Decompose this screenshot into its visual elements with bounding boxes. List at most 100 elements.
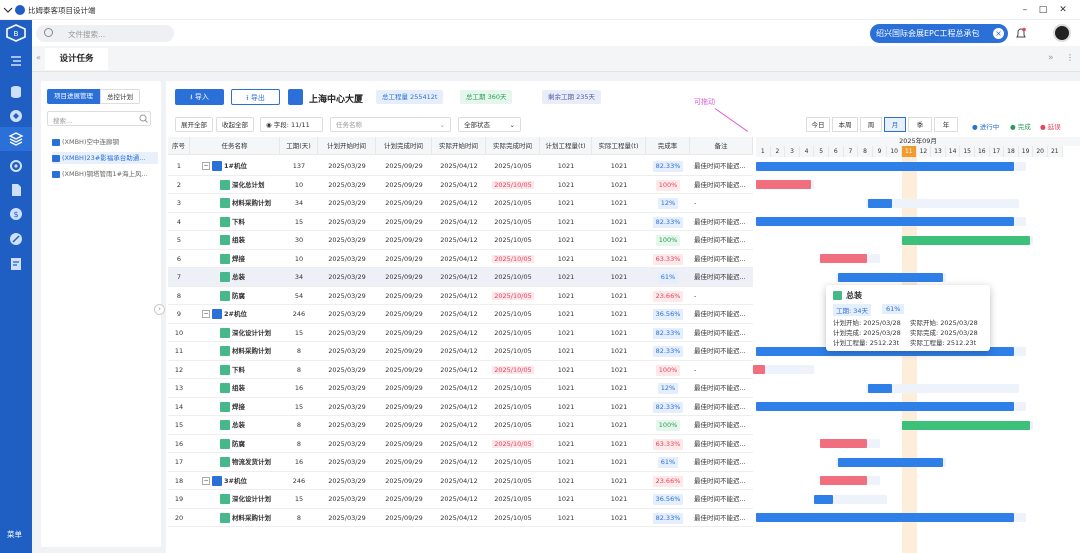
table-row[interactable]: 6 焊接 10 2025/03/29 2025/09/29 2025/04/12 2025/… bbox=[168, 250, 753, 268]
column-header[interactable]: 完成率 bbox=[646, 137, 690, 155]
table-row[interactable]: 2 深化总计划 10 2025/03/29 2025/09/29 2025/04/12 20… bbox=[168, 176, 753, 194]
tools-icon[interactable] bbox=[8, 231, 24, 247]
close-icon[interactable]: ✕ bbox=[1056, 3, 1070, 17]
menu-label[interactable]: 菜单 bbox=[7, 529, 22, 540]
panel-collapse-handle[interactable]: › bbox=[154, 304, 165, 315]
avatar[interactable] bbox=[1053, 24, 1071, 42]
chevron-right-icon[interactable]: » bbox=[1048, 53, 1054, 63]
gantt-bar[interactable] bbox=[820, 254, 867, 263]
gantt-bar[interactable] bbox=[753, 365, 765, 374]
tree-item[interactable]: (XMBH)空中连廊钢 bbox=[52, 136, 158, 148]
table-row[interactable]: 14 焊接 15 2025/03/29 2025/09/29 2025/04/12 2025… bbox=[168, 398, 753, 416]
tree-search-input[interactable]: 搜索... bbox=[53, 115, 72, 125]
gantt-bar[interactable] bbox=[868, 383, 892, 393]
bell-icon[interactable] bbox=[1015, 27, 1027, 40]
tree-item-selected[interactable]: (XMBH)23#影福承台助通... bbox=[52, 152, 158, 164]
column-header[interactable]: 计划工程量(t) bbox=[540, 137, 592, 155]
cell-pe: 2025/09/29 bbox=[385, 458, 423, 466]
field-selector[interactable]: ◉ 字段: 11/11 bbox=[260, 117, 323, 132]
gantt-bar[interactable] bbox=[756, 402, 1015, 411]
gantt-bar[interactable] bbox=[820, 476, 867, 485]
cell-ps: 2025/03/29 bbox=[328, 328, 366, 337]
table-row[interactable]: 11 材料采购计划 8 2025/03/29 2025/09/29 2025/04/12 2… bbox=[168, 342, 753, 361]
cell-note: 最佳时间不能迟... bbox=[694, 162, 746, 170]
master-plan-button[interactable]: 总控计划 bbox=[100, 89, 140, 104]
table-row[interactable]: 10 深化设计计划 15 2025/03/29 2025/09/29 2025/04/12… bbox=[168, 324, 753, 342]
chevron-left-icon[interactable]: « bbox=[36, 53, 41, 62]
view-button-0[interactable]: 今日 bbox=[806, 117, 830, 132]
column-header[interactable]: 工期(天) bbox=[280, 137, 318, 155]
table-row[interactable]: 16 防腐 8 2025/03/29 2025/09/29 2025/04/12 2025/… bbox=[168, 435, 753, 453]
search-input[interactable]: 文件搜索... bbox=[68, 29, 105, 40]
gantt-bar[interactable] bbox=[902, 420, 1031, 430]
gantt-bar[interactable] bbox=[756, 513, 1015, 522]
money-icon[interactable]: $ bbox=[8, 206, 24, 222]
table-row[interactable]: 17 物流发货计划 16 2025/03/29 2025/09/29 2025/04/12… bbox=[168, 453, 753, 472]
column-header[interactable]: 备注 bbox=[690, 137, 753, 155]
column-header[interactable]: 实际工程量(t) bbox=[592, 137, 646, 155]
table-row[interactable]: 15 总装 8 2025/03/29 2025/09/29 2025/04/12 2025/… bbox=[168, 416, 753, 435]
actual-end-date: 2025/10/05 bbox=[494, 402, 532, 411]
table-row[interactable]: 7 总装 34 2025/03/29 2025/09/29 2025/04/12 2025/… bbox=[168, 268, 753, 287]
document-icon[interactable] bbox=[8, 182, 24, 198]
view-button-1[interactable]: 本周 bbox=[832, 117, 858, 132]
table-row[interactable]: 18 − 3#机位 246 2025/03/29 2025/09/29 2025/04/12… bbox=[168, 472, 753, 490]
status-select[interactable]: 全部状态 ⌄ bbox=[458, 117, 521, 132]
minimize-icon[interactable]: – bbox=[1018, 3, 1032, 17]
column-header[interactable]: 任务名称 bbox=[190, 137, 280, 155]
gantt-bar[interactable] bbox=[820, 439, 867, 448]
collapse-toggle-icon[interactable]: − bbox=[202, 310, 210, 318]
cell-as: 2025/04/12 bbox=[440, 162, 478, 170]
column-header[interactable]: 实际开始时间 bbox=[432, 137, 486, 155]
close-icon[interactable]: × bbox=[993, 28, 1004, 39]
tree-item[interactable]: (XMBH)钢塔管雨1#海上风... bbox=[52, 168, 158, 180]
table-row[interactable]: 4 下料 15 2025/03/29 2025/09/29 2025/04/12 2025/… bbox=[168, 213, 753, 231]
gantt-bar[interactable] bbox=[837, 272, 943, 282]
gantt-bar[interactable] bbox=[756, 180, 812, 189]
gantt-bar[interactable] bbox=[756, 161, 1015, 171]
gantt-day: 10 bbox=[887, 146, 902, 157]
view-button-2[interactable]: 周 bbox=[860, 117, 882, 132]
table-row[interactable]: 12 下料 8 2025/03/29 2025/09/29 2025/04/12 2025/… bbox=[168, 361, 753, 379]
gantt-bar[interactable] bbox=[868, 198, 892, 208]
window-menu-icon[interactable] bbox=[3, 4, 13, 14]
table-row[interactable]: 13 组装 16 2025/03/29 2025/09/29 2025/04/12 2025… bbox=[168, 379, 753, 398]
collapse-all-button[interactable]: 收起全部 bbox=[216, 117, 254, 132]
list-toggle-icon[interactable] bbox=[8, 53, 24, 69]
import-button[interactable]: ⭳ 导入 bbox=[175, 89, 224, 105]
table-row[interactable]: 8 防腐 54 2025/03/29 2025/09/29 2025/04/12 2025/… bbox=[168, 287, 753, 305]
more-icon[interactable]: ⋮ bbox=[1066, 53, 1074, 62]
table-row[interactable]: 3 材料采购计划 34 2025/03/29 2025/09/29 2025/04/12 2… bbox=[168, 194, 753, 213]
task-name-select[interactable]: 任务名称 ⌄ bbox=[330, 117, 451, 132]
view-button-5[interactable]: 年 bbox=[934, 117, 958, 132]
progress-management-button[interactable]: 项目进展管理 bbox=[47, 89, 100, 104]
gantt-bar[interactable] bbox=[814, 494, 834, 504]
column-header[interactable]: 计划开始时间 bbox=[318, 137, 376, 155]
gantt-bar[interactable] bbox=[902, 235, 1031, 245]
tab-design-tasks[interactable]: 设计任务 bbox=[45, 48, 108, 70]
expand-all-button[interactable]: 展开全部 bbox=[175, 117, 213, 132]
maximize-icon[interactable]: □ bbox=[1036, 3, 1050, 17]
collapse-toggle-icon[interactable]: − bbox=[202, 162, 210, 170]
gantt-bar[interactable] bbox=[837, 457, 943, 467]
settings-icon[interactable] bbox=[8, 158, 24, 174]
column-header[interactable]: 实际完成时间 bbox=[486, 137, 540, 155]
cube-icon[interactable] bbox=[8, 108, 24, 124]
cell-aq: 1021 bbox=[610, 513, 628, 522]
project-selector[interactable]: 绍兴国际会展EPC工程总承包 bbox=[870, 24, 1008, 43]
column-header[interactable]: 序号 bbox=[168, 137, 190, 155]
table-row[interactable]: 20 材料采购计划 8 2025/03/29 2025/09/29 2025/04/12 2… bbox=[168, 509, 753, 527]
table-row[interactable]: 5 组装 30 2025/03/29 2025/09/29 2025/04/12 2025/… bbox=[168, 231, 753, 250]
export-button[interactable]: ⭱ 导出 bbox=[231, 89, 280, 105]
collapse-toggle-icon[interactable]: − bbox=[202, 476, 210, 485]
view-button-3[interactable]: 月 bbox=[884, 117, 906, 132]
gantt-bar[interactable] bbox=[756, 217, 1015, 226]
database-icon[interactable] bbox=[8, 84, 24, 100]
table-row[interactable]: 19 深化设计计划 15 2025/03/29 2025/09/29 2025/04/12… bbox=[168, 490, 753, 509]
table-row[interactable]: 1 − 1#机位 137 2025/03/29 2025/09/29 2025/04/12 2… bbox=[168, 157, 753, 176]
report-icon[interactable] bbox=[8, 256, 24, 272]
view-button-4[interactable]: 季 bbox=[908, 117, 932, 132]
column-header[interactable]: 计划完成时间 bbox=[376, 137, 432, 155]
table-row[interactable]: 9 − 2#机位 246 2025/03/29 2025/09/29 2025/04/12 2… bbox=[168, 305, 753, 324]
layers-icon[interactable] bbox=[8, 131, 24, 147]
